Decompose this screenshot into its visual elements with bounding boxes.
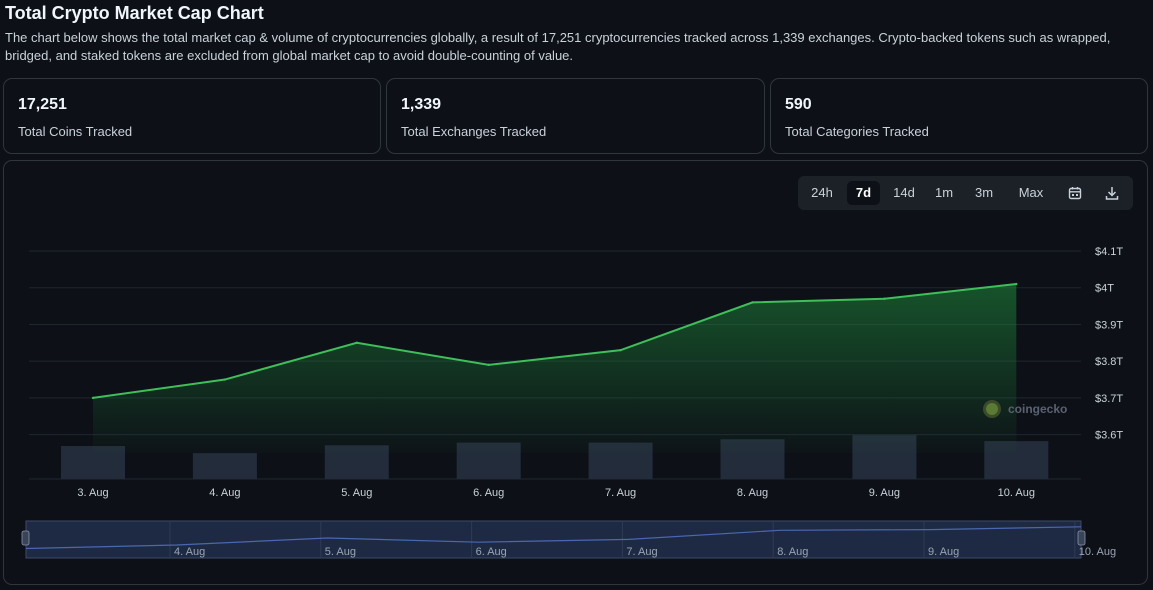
x-tick-label: 8. Aug	[737, 487, 768, 499]
y-tick-label: $4T	[1095, 283, 1114, 295]
data-point	[355, 341, 358, 345]
navigator[interactable]: 4. Aug 5. Aug 6. Aug 7. Aug 8. Aug 9. Aug 10. …	[21, 520, 1116, 559]
navigator-label: 4. Aug	[174, 546, 205, 558]
y-tick-label: $3.7T	[1095, 393, 1123, 405]
market-cap-chart: $3.6T $3.7T $3.8T $3.9T $4T $4.1T 3. Aug 4. Au…	[21, 246, 1123, 559]
stat-card-exchanges: 1,339 Total Exchanges Tracked	[386, 78, 765, 154]
navigator-label: 6. Aug	[476, 546, 507, 558]
navigator-label: 10. Aug	[1079, 546, 1116, 558]
stat-label-exchanges: Total Exchanges Tracked	[401, 124, 547, 139]
stat-value-exchanges: 1,339	[401, 96, 442, 113]
stat-value-coins: 17,251	[18, 96, 67, 113]
chart-panel: 24h 7d 14d 1m 3m Max $3.6T $3.7T $3.8T $…	[3, 160, 1148, 585]
data-point	[91, 396, 95, 400]
stat-card-coins: 17,251 Total Coins Tracked	[3, 78, 381, 154]
y-tick-label: $4.1T	[1095, 246, 1123, 258]
watermark-text: coingecko	[1008, 402, 1067, 416]
volume-bar	[192, 453, 257, 479]
y-tick-label: $3.9T	[1095, 319, 1123, 331]
navigator-handle-left[interactable]	[21, 530, 30, 546]
navigator-label: 8. Aug	[777, 546, 808, 558]
data-point	[487, 363, 490, 367]
x-tick-label: 4. Aug	[209, 487, 240, 499]
page-title: Total Crypto Market Cap Chart	[5, 3, 264, 23]
page-description: The chart below shows the total market c…	[5, 30, 1111, 63]
stat-label-categories: Total Categories Tracked	[785, 124, 929, 139]
navigator-handle-right[interactable]	[1077, 530, 1086, 546]
stat-card-categories: 590 Total Categories Tracked	[770, 78, 1148, 154]
navigator-label: 7. Aug	[626, 546, 657, 558]
data-point	[619, 348, 622, 352]
x-tick-label: 3. Aug	[77, 487, 108, 499]
data-point	[1015, 282, 1018, 286]
y-tick-label: $3.6T	[1095, 430, 1123, 442]
x-tick-label: 9. Aug	[869, 487, 900, 499]
coingecko-watermark: coingecko	[983, 400, 1067, 418]
navigator-label: 9. Aug	[928, 546, 959, 558]
x-tick-label: 6. Aug	[473, 487, 504, 499]
data-point	[883, 297, 886, 300]
navigator-label: 5. Aug	[325, 546, 356, 558]
data-point	[751, 301, 754, 304]
y-tick-label: $3.8T	[1095, 356, 1123, 368]
stat-label-coins: Total Coins Tracked	[18, 124, 133, 139]
market-cap-area	[93, 284, 1017, 453]
x-tick-label: 5. Aug	[341, 487, 372, 499]
x-tick-label: 10. Aug	[998, 487, 1035, 499]
stat-value-categories: 590	[785, 96, 812, 113]
data-point	[223, 378, 227, 381]
x-tick-label: 7. Aug	[605, 487, 636, 499]
